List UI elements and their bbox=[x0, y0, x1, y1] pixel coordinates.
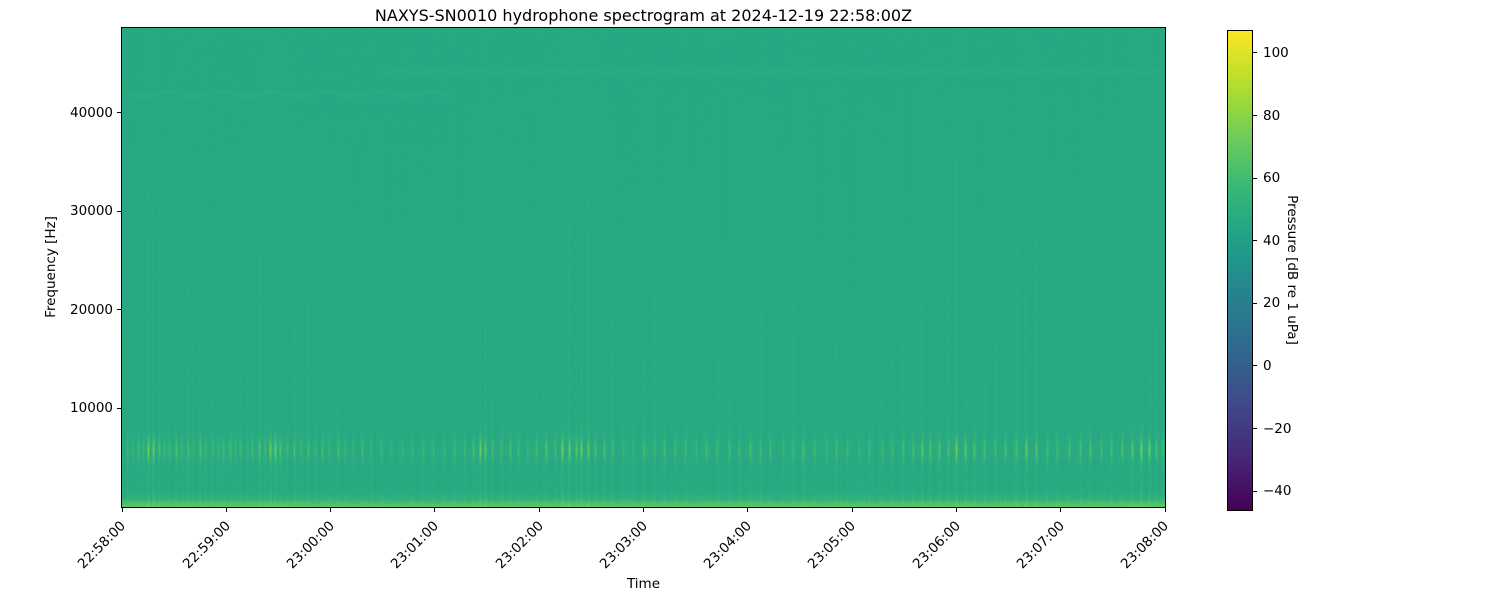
x-tick-mark bbox=[434, 508, 436, 512]
y-tick-label: 20000 bbox=[70, 301, 113, 318]
colorbar-label: Pressure [dB re 1 uPa] bbox=[1284, 195, 1300, 345]
x-tick-mark bbox=[1060, 508, 1062, 512]
colorbar-tick-label: −40 bbox=[1263, 483, 1292, 500]
x-tick-mark bbox=[225, 508, 227, 512]
colorbar-tick-label: 0 bbox=[1263, 357, 1272, 374]
colorbar-canvas bbox=[1228, 31, 1252, 510]
spectrogram-figure: NAXYS-SN0010 hydrophone spectrogram at 2… bbox=[0, 0, 1500, 600]
x-tick-mark bbox=[1164, 508, 1166, 512]
spectrogram-plot-area bbox=[121, 27, 1166, 508]
x-tick-label: 22:59:00 bbox=[179, 518, 234, 573]
x-tick-label: 23:03:00 bbox=[596, 518, 651, 573]
x-tick-label: 23:06:00 bbox=[909, 518, 964, 573]
colorbar-tick-mark bbox=[1253, 177, 1257, 179]
y-tick-mark bbox=[117, 309, 121, 311]
x-tick-label: 23:01:00 bbox=[388, 518, 443, 573]
y-tick-label: 40000 bbox=[70, 104, 113, 121]
x-axis-label: Time bbox=[626, 576, 661, 592]
x-tick-mark bbox=[643, 508, 644, 512]
x-tick-mark bbox=[538, 508, 540, 512]
x-tick-mark bbox=[330, 508, 332, 512]
colorbar-tick-mark bbox=[1253, 240, 1257, 242]
colorbar-tick-mark bbox=[1253, 428, 1257, 430]
colorbar-tick-label: −20 bbox=[1263, 420, 1292, 437]
spectrogram-canvas bbox=[122, 28, 1165, 507]
colorbar-tick-label: 20 bbox=[1263, 295, 1281, 312]
x-tick-label: 23:02:00 bbox=[492, 518, 547, 573]
y-tick-label: 30000 bbox=[70, 203, 113, 220]
x-tick-mark bbox=[851, 508, 853, 512]
colorbar-tick-label: 40 bbox=[1263, 232, 1281, 249]
x-tick-label: 23:00:00 bbox=[283, 518, 338, 573]
y-tick-mark bbox=[117, 210, 121, 212]
colorbar-tick-mark bbox=[1253, 490, 1257, 492]
colorbar-tick-mark bbox=[1253, 115, 1257, 117]
plot-title: NAXYS-SN0010 hydrophone spectrogram at 2… bbox=[374, 6, 913, 25]
x-tick-label: 22:58:00 bbox=[75, 518, 130, 573]
x-tick-label: 23:04:00 bbox=[700, 518, 756, 573]
colorbar-tick-mark bbox=[1253, 52, 1257, 54]
colorbar-tick-label: 80 bbox=[1263, 107, 1281, 124]
y-tick-mark bbox=[117, 407, 121, 409]
colorbar-tick-label: 100 bbox=[1263, 44, 1289, 61]
x-tick-mark bbox=[955, 508, 957, 512]
x-tick-mark bbox=[121, 508, 123, 512]
x-tick-label: 23:05:00 bbox=[805, 518, 860, 573]
y-tick-label: 10000 bbox=[70, 400, 113, 417]
x-tick-label: 23:07:00 bbox=[1013, 518, 1069, 573]
x-tick-mark bbox=[747, 508, 749, 512]
y-tick-mark bbox=[117, 112, 121, 114]
colorbar-tick-label: 60 bbox=[1263, 170, 1281, 187]
colorbar bbox=[1227, 30, 1253, 511]
colorbar-tick-mark bbox=[1253, 365, 1257, 367]
colorbar-tick-mark bbox=[1253, 302, 1257, 304]
x-tick-label: 23:08:00 bbox=[1118, 518, 1173, 573]
